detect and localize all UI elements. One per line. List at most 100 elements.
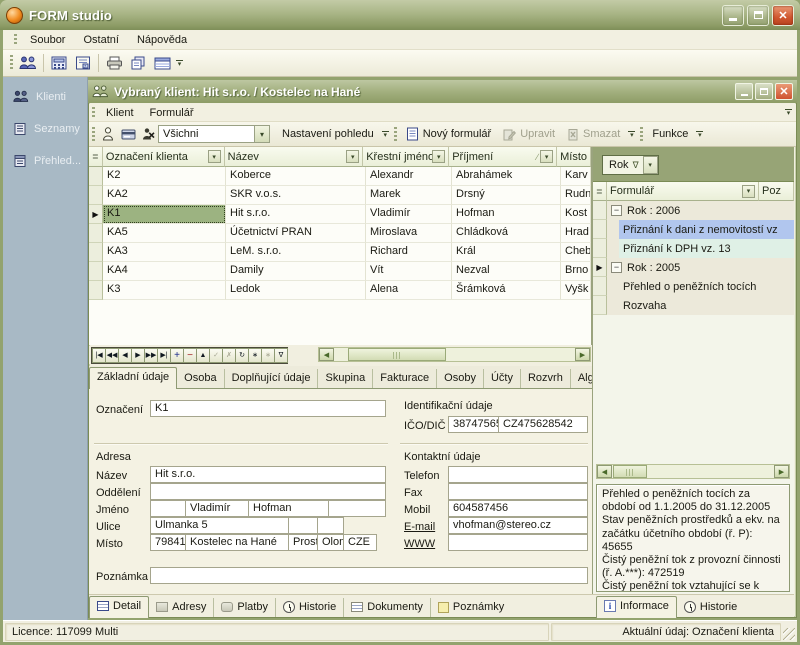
- fax-field[interactable]: [448, 483, 588, 500]
- filter-dropdown-icon[interactable]: ▾: [208, 150, 221, 163]
- tree-item-row[interactable]: Přiznání k DPH vz. 13: [593, 239, 794, 258]
- ico-field[interactable]: 38747565: [448, 416, 499, 433]
- delete-button[interactable]: Smazat: [561, 124, 626, 144]
- nav-insert-button[interactable]: +: [170, 348, 184, 363]
- collapse-icon[interactable]: −: [611, 205, 622, 216]
- client-toolbar-grip[interactable]: [92, 127, 95, 141]
- email-field[interactable]: vhofman@stereo.cz: [448, 517, 588, 534]
- client-menubar-grip[interactable]: [92, 107, 95, 117]
- nav-refresh-button[interactable]: ↻: [235, 348, 249, 363]
- sidebar-item-prehled[interactable]: Přehled...: [13, 154, 81, 168]
- child-close-button[interactable]: ✕: [775, 83, 793, 100]
- tab-poznamky[interactable]: Poznámky: [431, 598, 511, 617]
- forms-button[interactable]: 7: [71, 52, 95, 74]
- scrollbar-thumb[interactable]: [613, 465, 647, 478]
- menubar-grip[interactable]: [14, 34, 17, 45]
- table-row[interactable]: K3 Ledok Alena Šrámková Vyšk: [89, 281, 591, 300]
- ulice-co-field[interactable]: [317, 517, 344, 534]
- jmeno-first-field[interactable]: Vladimír: [185, 500, 249, 517]
- list-button[interactable]: [150, 52, 174, 74]
- table-row[interactable]: KA4 Damily Vít Nezval Brno: [89, 262, 591, 281]
- tab-ucty[interactable]: Účty: [484, 369, 521, 388]
- nav-cancel-button[interactable]: ✗: [222, 348, 236, 363]
- tree-item-row[interactable]: Rozvaha: [593, 296, 794, 315]
- column-header-krestni-jmeno[interactable]: Křestní jméno ▾: [363, 147, 449, 167]
- tab-adresy[interactable]: Adresy: [149, 598, 214, 617]
- scroll-right-icon[interactable]: ▶: [575, 348, 590, 361]
- functions-button[interactable]: Funkce: [646, 124, 694, 144]
- toolbar-grip[interactable]: [10, 55, 13, 71]
- menu-soubor[interactable]: Soubor: [22, 32, 73, 48]
- scroll-right-icon[interactable]: ▶: [774, 465, 789, 478]
- oddeleni-field[interactable]: [150, 483, 386, 500]
- www-label[interactable]: WWW: [404, 538, 435, 550]
- tab-skupina[interactable]: Skupina: [318, 369, 373, 388]
- mobil-field[interactable]: 604587456: [448, 500, 588, 517]
- nav-first-button[interactable]: |◀: [92, 348, 106, 363]
- filter-dropdown-icon[interactable]: ▾: [742, 185, 755, 198]
- nav-post-button[interactable]: ✓: [209, 348, 223, 363]
- menu-formular[interactable]: Formulář: [142, 105, 202, 121]
- form-toolbar-grip[interactable]: [394, 127, 397, 141]
- jmeno-titul2-field[interactable]: [328, 500, 386, 517]
- menu-klient[interactable]: Klient: [98, 105, 142, 121]
- oznaceni-field[interactable]: K1: [150, 400, 386, 417]
- table-row[interactable]: K2 Koberce Alexandr Abrahámek Karv: [89, 167, 591, 186]
- jmeno-titul-field[interactable]: [150, 500, 186, 517]
- toolbar-overflow-button[interactable]: ▾: [174, 54, 185, 72]
- column-header-oznaceni-klienta[interactable]: Označení klienta ▾: [103, 147, 225, 167]
- group-by-rok-chip[interactable]: Rok ∇ ▾: [602, 155, 659, 175]
- nav-filter-button[interactable]: ∇: [274, 348, 288, 363]
- www-field[interactable]: [448, 534, 588, 551]
- sidebar-item-klienti[interactable]: Klienti: [13, 90, 66, 103]
- tab-osoba[interactable]: Osoba: [177, 369, 224, 388]
- jmeno-last-field[interactable]: Hofman: [248, 500, 329, 517]
- forms-horizontal-scrollbar[interactable]: ◀ ▶: [596, 464, 790, 479]
- nav-prior-button[interactable]: ◀: [118, 348, 132, 363]
- sidebar-item-seznamy[interactable]: Seznamy: [13, 122, 80, 136]
- table-horizontal-scrollbar[interactable]: ◀ ▶: [318, 347, 591, 362]
- scroll-left-icon[interactable]: ◀: [597, 465, 612, 478]
- nav-next-button[interactable]: ▶: [131, 348, 145, 363]
- column-header-prijmeni[interactable]: Příjmení ∕ ▾: [449, 147, 557, 167]
- view-toolbar-overflow-button[interactable]: ▾: [380, 125, 391, 143]
- client-person-button[interactable]: [98, 123, 118, 145]
- edit-button[interactable]: Upravit: [497, 124, 561, 144]
- table-row-selected[interactable]: ▶ K1 Hit s.r.o. Vladimír Hofman Kost: [89, 205, 591, 224]
- nav-edit-button[interactable]: ▲: [196, 348, 210, 363]
- table-row[interactable]: KA5 Účetnictví PRAN Miroslava Chládková …: [89, 224, 591, 243]
- resize-grip[interactable]: [783, 628, 795, 640]
- tab-zakladni-udaje[interactable]: Základní údaje: [89, 367, 177, 389]
- copy-button[interactable]: [126, 52, 150, 74]
- maximize-button[interactable]: [747, 5, 769, 26]
- misto-city-field[interactable]: Kostelec na Hané: [185, 534, 289, 551]
- tab-fakturace[interactable]: Fakturace: [373, 369, 437, 388]
- child-maximize-button[interactable]: [755, 83, 773, 100]
- filter-dropdown-icon[interactable]: ▾: [346, 150, 359, 163]
- client-delete-person-button[interactable]: [138, 123, 158, 145]
- funkce-toolbar-grip[interactable]: [640, 127, 643, 141]
- ulice-cp-field[interactable]: [288, 517, 318, 534]
- table-row[interactable]: KA2 SKR v.o.s. Marek Drsný Rudn: [89, 186, 591, 205]
- nav-next-page-button[interactable]: ▶▶: [144, 348, 158, 363]
- table-row[interactable]: KA3 LeM. s.r.o. Richard Král Cheb: [89, 243, 591, 262]
- tree-group-row-current[interactable]: ▶ − Rok : 2005: [593, 258, 794, 277]
- menu-napoveda[interactable]: Nápověda: [129, 32, 195, 48]
- misto-stat-field[interactable]: CZE: [343, 534, 377, 551]
- email-label[interactable]: E-mail: [404, 521, 435, 533]
- calculator-button[interactable]: [47, 52, 71, 74]
- tab-historie[interactable]: Historie: [276, 598, 344, 617]
- client-card-button[interactable]: [118, 123, 138, 145]
- new-form-button[interactable]: Nový formulář: [400, 124, 497, 144]
- misto-psc-field[interactable]: 79841: [150, 534, 186, 551]
- misto-kraj-field[interactable]: Olom: [317, 534, 344, 551]
- collapse-icon[interactable]: −: [611, 262, 622, 273]
- view-settings-button[interactable]: Nastavení pohledu: [276, 124, 380, 144]
- minimize-button[interactable]: [722, 5, 744, 26]
- menu-ostatni[interactable]: Ostatní: [75, 32, 126, 48]
- nav-delete-button[interactable]: −: [183, 348, 197, 363]
- tab-platby[interactable]: Platby: [214, 598, 276, 617]
- current-row-marker-icon[interactable]: ▶: [593, 258, 607, 277]
- combo-dropdown-icon[interactable]: ▾: [254, 126, 269, 142]
- print-button[interactable]: [102, 52, 126, 74]
